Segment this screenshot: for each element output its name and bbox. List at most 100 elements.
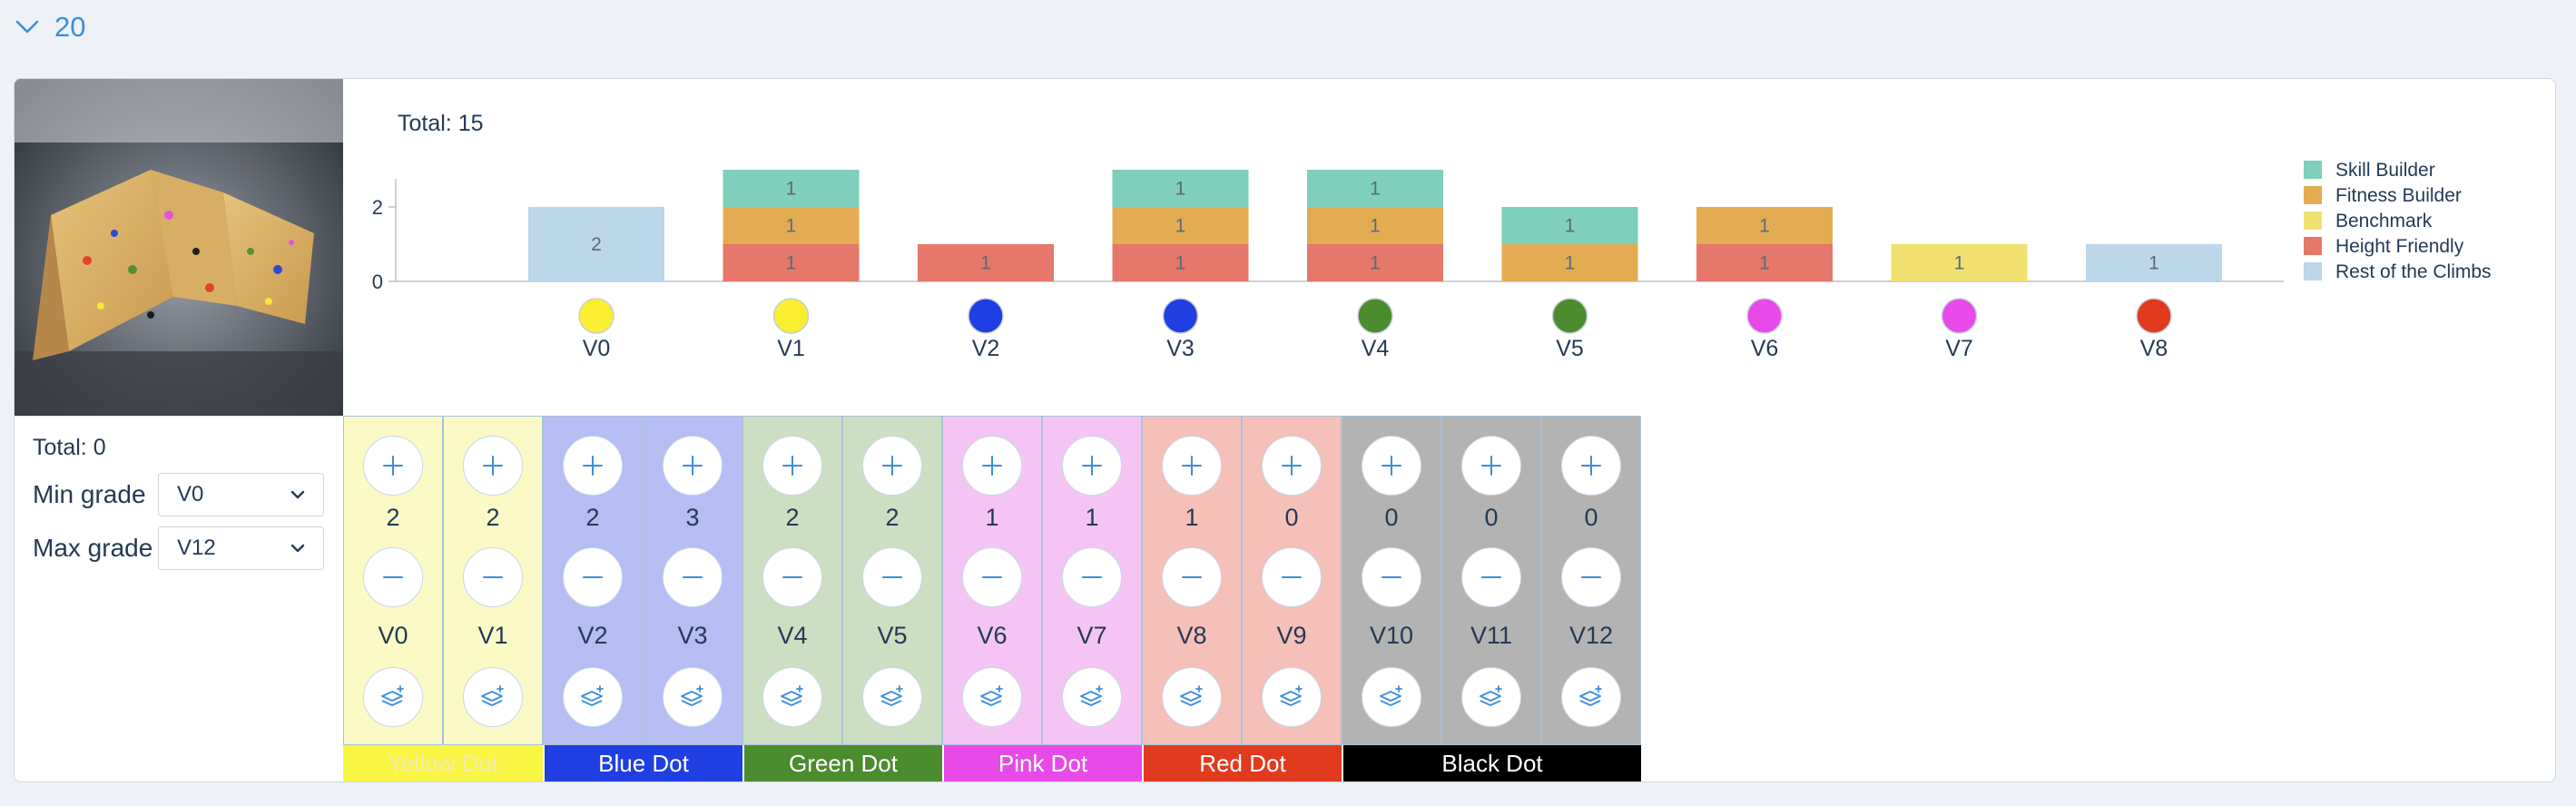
add-to-stack-button[interactable] [1062,667,1122,727]
bar-value-label: 1 [2148,253,2159,274]
decrement-button[interactable] [962,547,1022,607]
bar-value-label: 1 [1370,216,1381,237]
increment-button[interactable] [1262,436,1322,496]
layers-add-icon [1477,683,1506,712]
decrement-button[interactable] [663,547,723,607]
increment-button[interactable] [862,436,922,496]
legend-label: Fitness Builder [2335,185,2462,206]
add-to-stack-button[interactable] [1561,667,1621,727]
plus-icon [1377,451,1406,480]
add-to-stack-button[interactable] [1162,667,1222,727]
add-to-stack-button[interactable] [663,667,723,727]
grade-column-v0: 2 V0 [343,416,443,745]
grade-count: 0 [1384,504,1399,531]
color-group-red-dot: Red Dot [1142,745,1342,781]
add-to-stack-button[interactable] [463,667,523,727]
increment-button[interactable] [1062,436,1122,496]
x-tick-label: V8 [2140,336,2168,361]
decrement-button[interactable] [1262,547,1322,607]
min-grade-select[interactable]: V0 [158,473,324,516]
decrement-button[interactable] [1062,547,1122,607]
plus-icon [1477,451,1506,480]
layers-add-icon [1177,683,1206,712]
grade-label: V7 [1077,622,1107,649]
add-to-stack-button[interactable] [563,667,623,727]
plus-icon [878,451,907,480]
controls-total: Total: 0 [33,435,106,460]
chart-title: Total: 15 [398,111,484,136]
increment-button[interactable] [663,436,723,496]
bar-value-label: 1 [1370,253,1381,274]
min-grade-label: Min grade [33,480,146,508]
grade-color-dot [578,298,615,334]
grade-count: 2 [386,504,400,531]
grade-color-dot [1746,298,1783,334]
bar-value-label: 1 [1565,253,1576,274]
add-to-stack-button[interactable] [962,667,1022,727]
increment-button[interactable] [962,436,1022,496]
legend-swatch [2304,211,2322,230]
decrement-button[interactable] [563,547,623,607]
increment-button[interactable] [762,436,822,496]
add-to-stack-button[interactable] [862,667,922,727]
decrement-button[interactable] [1461,547,1521,607]
color-group-black-dot: Black Dot [1342,745,1641,781]
bar-value-label: 1 [1175,253,1186,274]
minus-icon [1477,563,1506,592]
increment-button[interactable] [363,436,423,496]
increment-button[interactable] [1162,436,1222,496]
add-to-stack-button[interactable] [1461,667,1521,727]
increment-button[interactable] [563,436,623,496]
plus-icon [1077,451,1106,480]
color-group-yellow-dot: Yellow Dot [343,745,543,781]
add-to-stack-button[interactable] [762,667,822,727]
grade-color-dot [1162,298,1199,334]
chevron-down-icon [290,490,305,499]
grade-count: 3 [685,504,700,531]
decrement-button[interactable] [862,547,922,607]
add-to-stack-button[interactable] [1362,667,1421,727]
layers-add-icon [678,683,707,712]
increment-button[interactable] [1561,436,1621,496]
grade-label: V9 [1276,622,1307,649]
bar-value-label: 1 [1175,216,1186,237]
max-grade-label: Max grade [33,534,153,562]
bar-value-label: 1 [786,253,797,274]
x-tick-label: V4 [1362,336,1390,361]
minus-icon [478,563,507,592]
layers-add-icon [778,683,807,712]
decrement-button[interactable] [762,547,822,607]
grade-count: 1 [1085,504,1099,531]
legend-label: Skill Builder [2335,160,2435,181]
grade-label: V4 [777,622,808,649]
layers-add-icon [379,683,408,712]
layers-add-icon [578,683,607,712]
x-tick-label: V7 [1945,336,1973,361]
section-toggle[interactable]: 20 [13,11,85,44]
decrement-button[interactable] [1561,547,1621,607]
decrement-button[interactable] [463,547,523,607]
plus-icon [379,451,408,480]
grade-range-controls: Total: 0 Min grade V0 Max grade V12 [15,416,343,781]
increment-button[interactable] [1461,436,1521,496]
max-grade-select[interactable]: V12 [158,526,324,570]
plus-icon [1177,451,1206,480]
increment-button[interactable] [1362,436,1421,496]
x-tick-label: V6 [1751,336,1779,361]
bar-value-label: 1 [786,179,797,200]
grade-column-v6: 1 V6 [942,416,1042,745]
grade-column-v2: 2 V2 [543,416,643,745]
layers-add-icon [1377,683,1406,712]
increment-button[interactable] [463,436,523,496]
decrement-button[interactable] [1162,547,1222,607]
bar-value-label: 1 [1759,253,1770,274]
bar-value-label: 1 [1759,216,1770,237]
grade-column-v7: 1 V7 [1042,416,1142,745]
grade-color-dot [1941,298,1978,334]
plus-icon [778,451,807,480]
add-to-stack-button[interactable] [1262,667,1322,727]
decrement-button[interactable] [363,547,423,607]
add-to-stack-button[interactable] [363,667,423,727]
decrement-button[interactable] [1362,547,1421,607]
grade-count: 0 [1484,504,1499,531]
